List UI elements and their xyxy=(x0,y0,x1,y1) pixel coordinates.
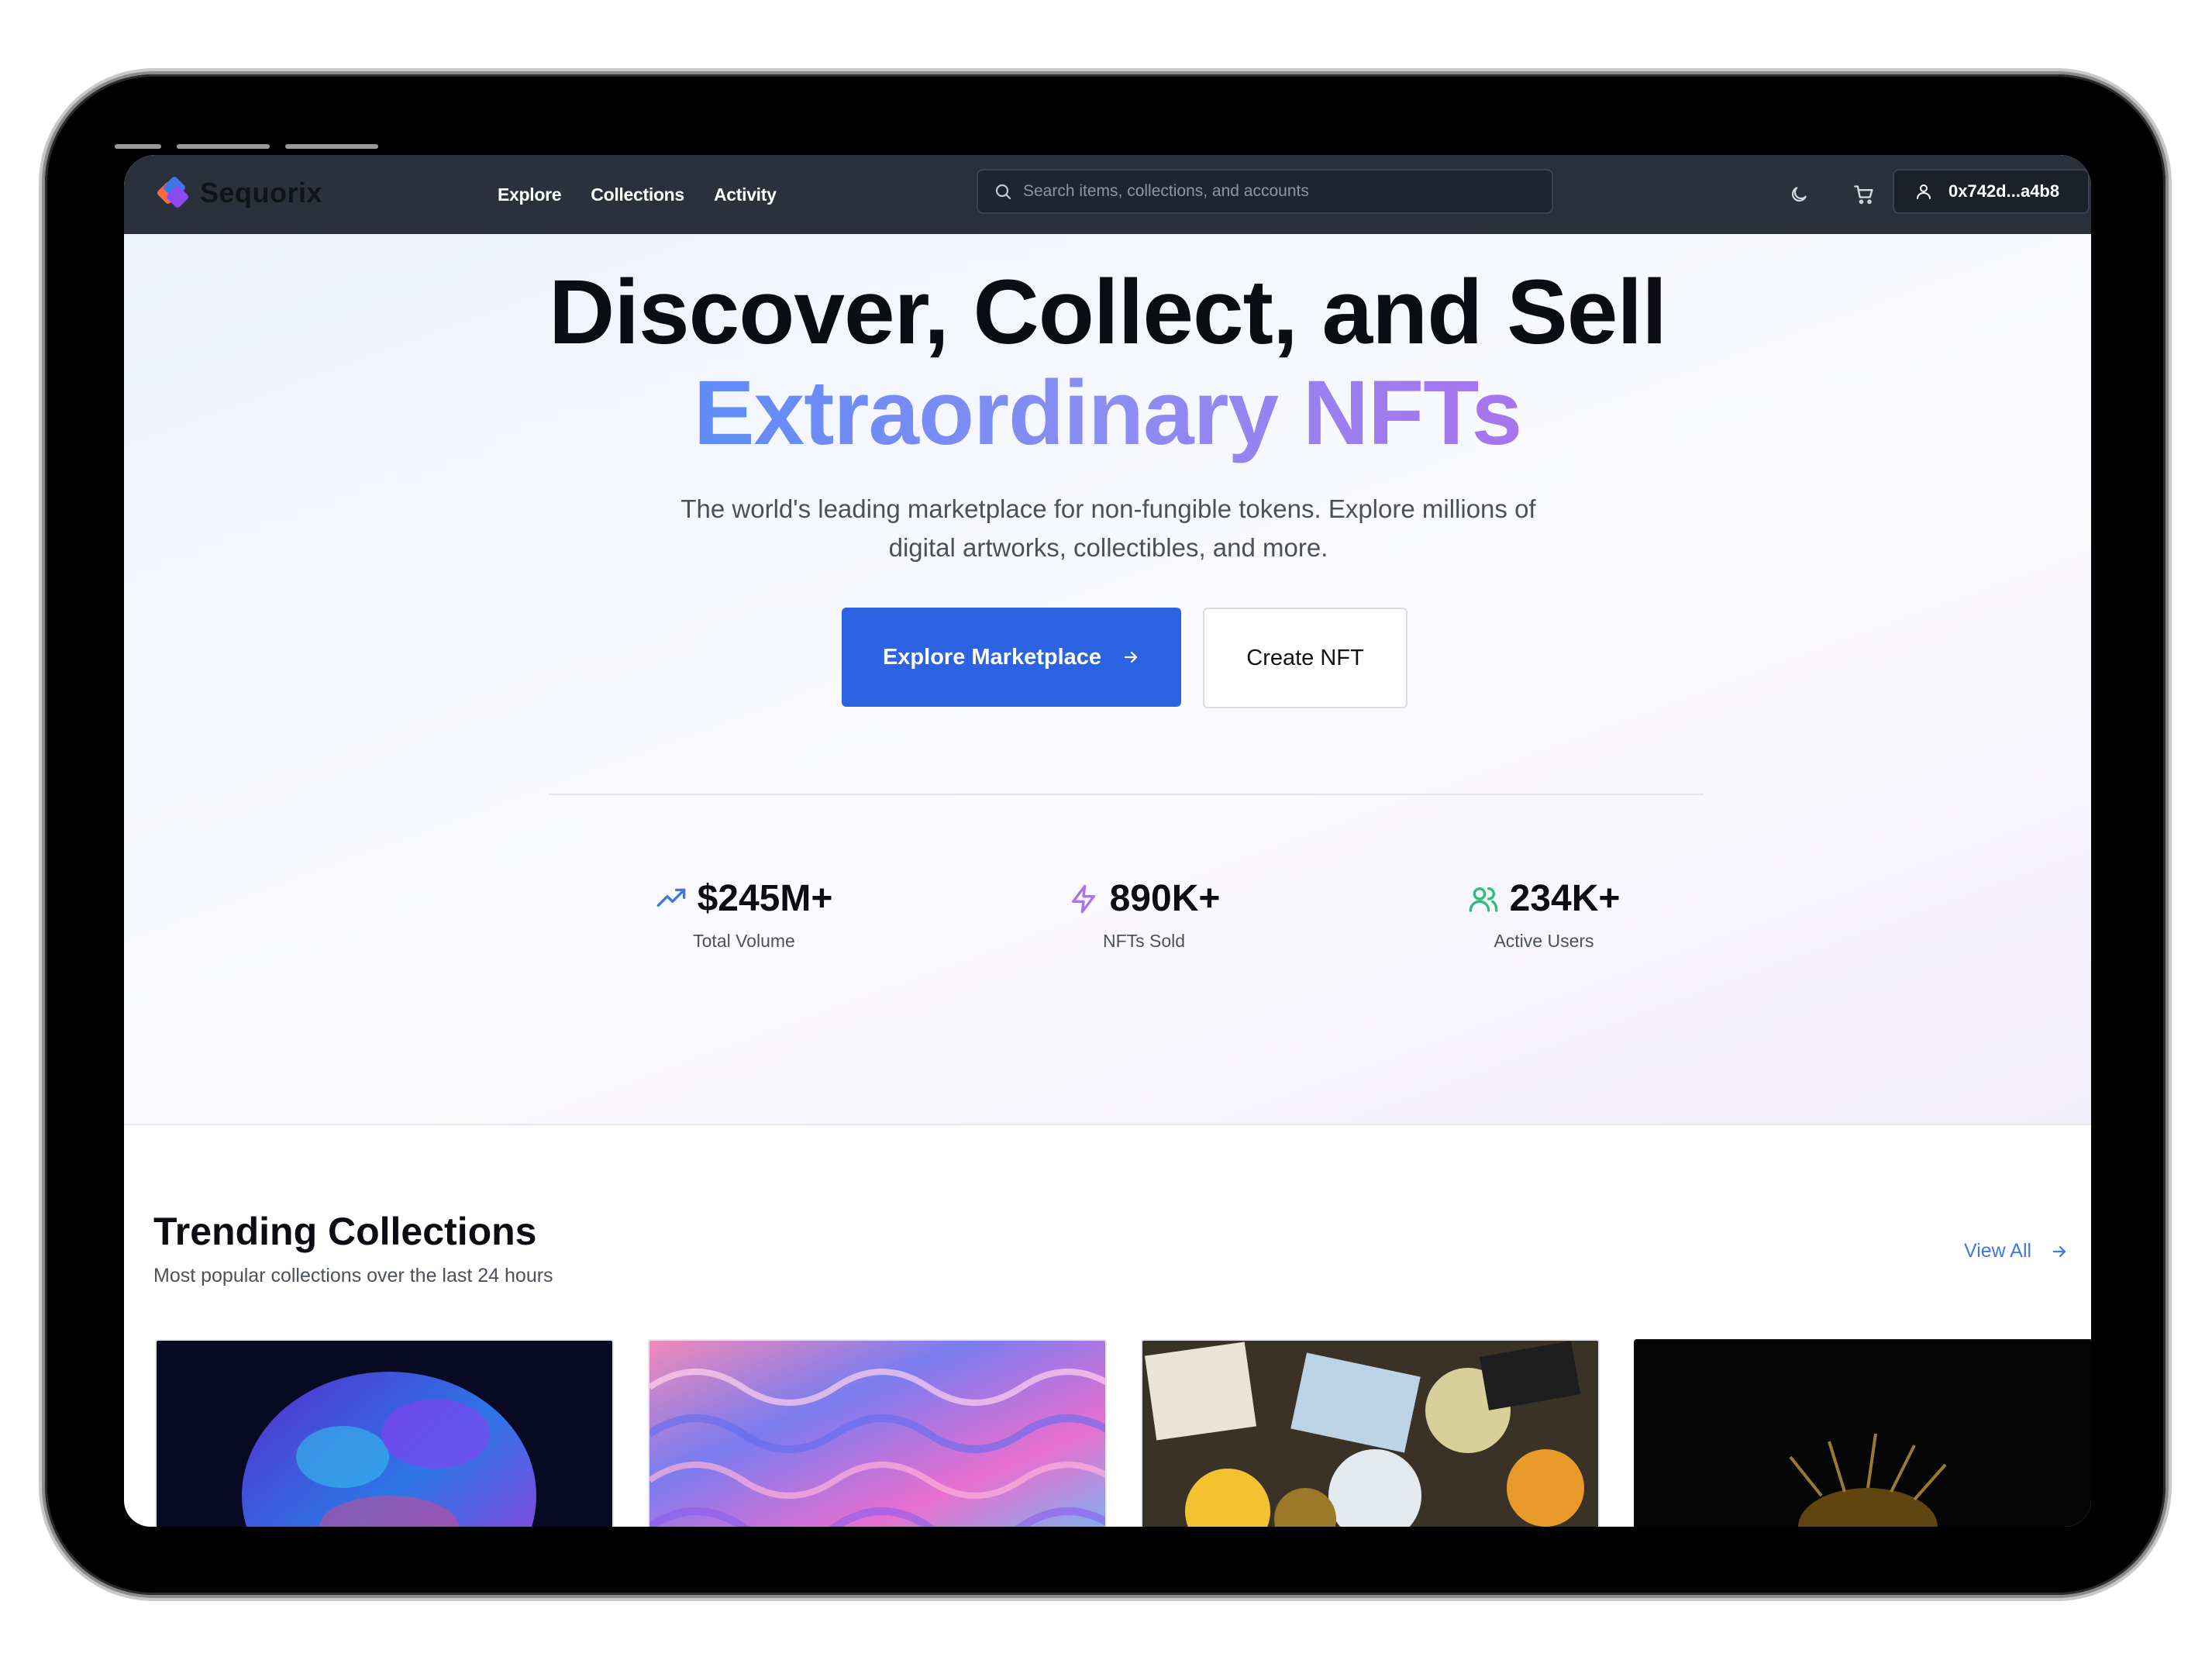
moon-icon xyxy=(1791,187,1807,202)
cart-button[interactable] xyxy=(1851,181,1877,208)
collection-card[interactable] xyxy=(1141,1339,1600,1527)
nav-links: Explore Collections Activity xyxy=(498,155,777,234)
trending-up-icon xyxy=(656,888,685,907)
wallet-address: 0x742d...a4b8 xyxy=(1948,181,2060,201)
wallet-button[interactable]: 0x742d...a4b8 xyxy=(1893,169,2090,214)
stat-label: Total Volume xyxy=(693,931,795,951)
collection-card[interactable] xyxy=(648,1339,1107,1527)
stat-label: Active Users xyxy=(1494,931,1594,951)
create-nft-label: Create NFT xyxy=(1246,645,1364,670)
brand-name: Sequorix xyxy=(200,177,323,208)
stat-value: 234K+ xyxy=(1509,878,1621,919)
top-navbar: Sequorix Explore Collections Activity 0x… xyxy=(124,155,2091,234)
hero-subtitle: The world's leading marketplace for non-… xyxy=(680,494,1536,562)
trending-subtitle: Most popular collections over the last 2… xyxy=(153,1265,553,1286)
nav-link-explore[interactable]: Explore xyxy=(498,184,562,205)
tablet-button xyxy=(115,144,161,149)
user-icon xyxy=(1917,184,1931,199)
explore-marketplace-label: Explore Marketplace xyxy=(882,644,1102,670)
stat-total-volume: $245M+ Total Volume xyxy=(628,877,860,952)
tablet-button xyxy=(285,144,378,149)
search-input[interactable] xyxy=(1023,182,1519,201)
collection-image xyxy=(157,1341,612,1527)
cart-icon xyxy=(1854,185,1873,205)
stat-nfts-sold: 890K+ NFTs Sold xyxy=(1028,877,1260,952)
collection-image xyxy=(1142,1341,1598,1527)
nav-link-collections[interactable]: Collections xyxy=(591,184,684,205)
hero-title-gradient: Extraordinary NFTs xyxy=(693,362,1522,464)
tablet-button xyxy=(177,144,270,149)
browser-screen: Sequorix Explore Collections Activity 0x… xyxy=(124,155,2091,1527)
collection-image xyxy=(1635,1341,2091,1527)
stat-value: 890K+ xyxy=(1109,878,1221,919)
create-nft-button[interactable]: Create NFT xyxy=(1203,608,1407,708)
collection-card[interactable] xyxy=(155,1339,614,1527)
trending-title: Trending Collections xyxy=(153,1210,537,1253)
hero-title-line2: Extraordinary NFTs xyxy=(124,363,2091,463)
view-all-label: View All xyxy=(1964,1240,2032,1262)
theme-toggle-button[interactable] xyxy=(1786,181,1812,208)
arrow-right-icon xyxy=(2052,1245,2066,1257)
hero-section: Discover, Collect, and Sell Extraordinar… xyxy=(124,234,2091,1125)
collection-card[interactable] xyxy=(1634,1339,2091,1527)
view-all-link[interactable]: View All xyxy=(1964,1240,2069,1262)
zap-icon xyxy=(1071,884,1095,913)
stat-value: $245M+ xyxy=(697,878,833,919)
search-bar[interactable] xyxy=(977,169,1553,214)
hero-title-line1: Discover, Collect, and Sell xyxy=(548,261,1667,363)
collection-image xyxy=(649,1341,1105,1527)
hero-divider xyxy=(549,794,1704,795)
brand-logo[interactable]: Sequorix xyxy=(156,175,323,209)
explore-marketplace-button[interactable]: Explore Marketplace xyxy=(842,608,1181,707)
stat-label: NFTs Sold xyxy=(1102,931,1186,951)
users-icon xyxy=(1469,887,1497,912)
nav-link-activity[interactable]: Activity xyxy=(714,184,777,205)
search-icon xyxy=(995,184,1011,200)
arrow-right-icon xyxy=(1124,651,1138,663)
logo-mark-icon xyxy=(156,175,190,209)
stat-active-users: 234K+ Active Users xyxy=(1428,877,1660,952)
